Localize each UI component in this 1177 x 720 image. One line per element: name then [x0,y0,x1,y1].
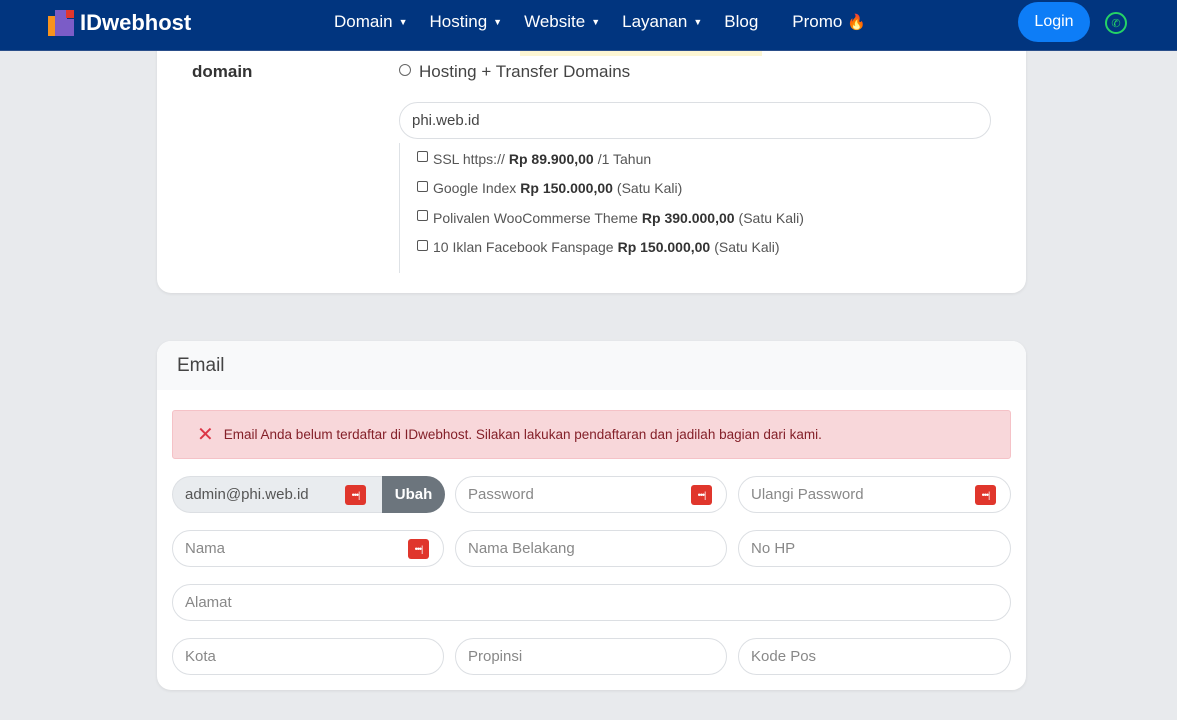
fire-icon: 🔥 [847,14,867,31]
password-field[interactable]: Password •••| [455,476,727,513]
error-alert: ✕ Email Anda belum terdaftar di IDwebhos… [172,410,1011,459]
address-placeholder: Alamat [185,594,232,611]
phone-placeholder: No HP [751,540,796,557]
repeat-password-placeholder: Ulangi Password [751,486,864,503]
city-placeholder: Kota [185,648,216,665]
addon-name: Polivalen WooCommerse Theme [433,209,638,226]
addon-facebook-ads[interactable]: 10 Iklan Facebook Fanspage Rp 150.000,00(… [417,232,804,262]
addon-price: Rp 390.000,00 [641,209,735,226]
addon-name: Google Index [433,180,517,197]
password-manager-icon[interactable]: •••| [975,485,996,505]
nav-blog-label: Blog [724,12,759,31]
nav-layanan[interactable]: Layanan ▼ [622,12,702,32]
whatsapp-icon[interactable]: ✆ [1105,12,1127,34]
last-name-placeholder: Nama Belakang [468,540,575,557]
postal-code-field[interactable]: Kode Pos [738,638,1011,675]
checkbox[interactable] [417,210,428,222]
brand-name: IDwebhost [80,10,192,35]
logo-icon [48,10,74,36]
radio-label: Hosting + Transfer Domains [419,62,631,81]
addon-price: Rp 150.000,00 [520,180,613,197]
nav-website-label: Website [524,12,586,31]
nav-promo-label: Promo [792,12,843,31]
phone-field[interactable]: No HP [738,530,1011,567]
caret-down-icon: ▼ [693,17,703,27]
checkbox[interactable] [417,180,428,192]
radio-button[interactable] [399,64,411,76]
nav-hosting-label: Hosting [429,12,488,31]
addon-period: (Satu Kali) [714,239,780,256]
city-field[interactable]: Kota [172,638,444,675]
password-manager-icon[interactable]: •••| [408,539,429,559]
postal-code-placeholder: Kode Pos [751,648,817,665]
repeat-password-field[interactable]: Ulangi Password •••| [738,476,1011,513]
password-manager-icon[interactable]: •••| [345,485,366,505]
nav-blog[interactable]: Blog [724,12,758,32]
first-name-field[interactable]: Nama •••| [172,530,444,567]
addon-list: SSL https://Rp 89.900,00/1 Tahun Google … [399,143,804,273]
nav-website[interactable]: Website ▼ [524,12,600,32]
province-field[interactable]: Propinsi [455,638,727,675]
domain-input[interactable]: phi.web.id [399,102,991,139]
email-field[interactable]: admin@phi.web.id •••| [172,476,382,513]
caret-down-icon: ▼ [398,17,408,27]
nav-hosting[interactable]: Hosting ▼ [430,12,503,32]
password-manager-icon[interactable]: •••| [691,485,712,505]
addon-price: Rp 150.000,00 [617,239,711,256]
navbar: IDwebhost Domain ▼ Hosting ▼ Website ▼ Laya… [0,0,1177,51]
addon-price: Rp 89.900,00 [508,150,594,167]
first-name-placeholder: Nama [185,540,226,557]
brand-logo[interactable]: IDwebhost [48,10,191,36]
nav-domain[interactable]: Domain ▼ [334,12,408,32]
radio-hosting-transfer[interactable]: Hosting + Transfer Domains [399,62,630,82]
domain-label: domain [192,62,253,81]
last-name-field[interactable]: Nama Belakang [455,530,727,567]
address-field[interactable]: Alamat [172,584,1011,621]
checkbox[interactable] [417,239,428,251]
close-x-icon: ✕ [197,424,214,446]
checkbox[interactable] [417,151,428,163]
email-value: admin@phi.web.id [185,486,309,503]
password-placeholder: Password [468,486,534,503]
addon-ssl[interactable]: SSL https://Rp 89.900,00/1 Tahun [417,143,804,173]
alert-message: Email Anda belum terdaftar di IDwebhost.… [223,427,822,442]
addon-name: 10 Iklan Facebook Fanspage [433,239,614,256]
addon-period: (Satu Kali) [616,180,683,197]
addon-period: /1 Tahun [597,150,652,167]
caret-down-icon: ▼ [493,17,503,27]
addon-name: SSL https:// [433,150,505,167]
nav-promo[interactable]: Promo 🔥 [792,12,866,32]
login-button[interactable]: Login [1018,2,1090,42]
addon-google-index[interactable]: Google Index Rp 150.000,00 (Satu Kali) [417,173,804,203]
addon-woocommerce-theme[interactable]: Polivalen WooCommerse Theme Rp 390.000,00… [417,202,804,232]
nav-domain-label: Domain [334,12,393,31]
email-card-title: Email [157,341,1026,390]
province-placeholder: Propinsi [468,648,523,665]
caret-down-icon: ▼ [591,17,601,27]
addon-period: (Satu Kali) [738,209,804,226]
change-email-button[interactable]: Ubah [382,476,445,513]
main-menu: Domain ▼ Hosting ▼ Website ▼ Layanan ▼ Blog … [334,12,888,32]
nav-layanan-label: Layanan [622,12,688,31]
